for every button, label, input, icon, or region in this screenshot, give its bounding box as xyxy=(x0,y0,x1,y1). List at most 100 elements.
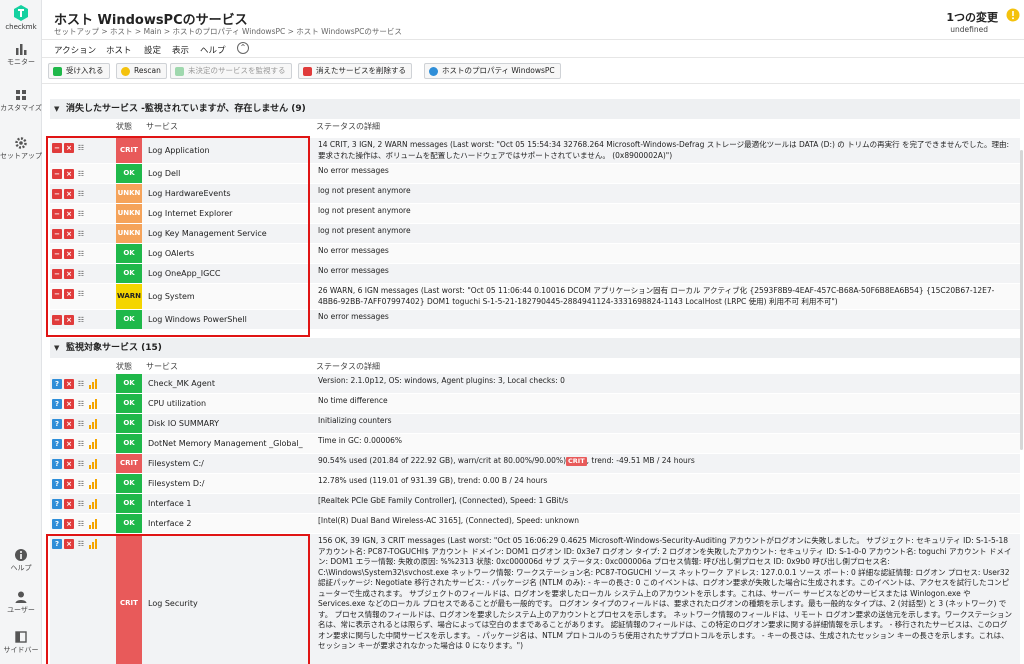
disable-service-icon[interactable]: × xyxy=(64,169,74,179)
pending-changes-link[interactable]: 1つの変更 xyxy=(946,9,998,25)
sidebar-item-help[interactable]: ヘルプ xyxy=(0,548,42,573)
graph-icon[interactable] xyxy=(88,479,98,489)
menu-view[interactable]: 表示 xyxy=(172,44,189,56)
parameters-icon[interactable]: ☷ xyxy=(76,459,86,469)
disable-service-icon[interactable]: × xyxy=(64,419,74,429)
graph-icon[interactable] xyxy=(88,459,98,469)
disable-service-icon[interactable]: × xyxy=(64,229,74,239)
remove-service-icon[interactable]: − xyxy=(52,269,62,279)
parameters-icon[interactable]: ☷ xyxy=(76,289,86,299)
help-icon[interactable]: ? xyxy=(52,499,62,509)
help-icon[interactable]: ? xyxy=(52,419,62,429)
parameters-icon[interactable]: ☷ xyxy=(76,169,86,179)
disable-service-icon[interactable]: × xyxy=(64,209,74,219)
parameters-icon[interactable]: ☷ xyxy=(76,379,86,389)
collapse-triangle-icon[interactable]: ▼ xyxy=(54,99,59,119)
service-name[interactable]: DotNet Memory Management _Global_ xyxy=(148,439,303,448)
rescan-button[interactable]: Rescan xyxy=(116,63,167,79)
menu-host[interactable]: ホスト xyxy=(106,44,132,56)
remove-service-icon[interactable]: − xyxy=(52,143,62,153)
pending-changes-icon[interactable] xyxy=(1006,8,1020,22)
monitor-undecided-button[interactable]: 未決定のサービスを監視する xyxy=(170,63,292,79)
service-name[interactable]: Disk IO SUMMARY xyxy=(148,419,219,428)
sidebar-item-monitor[interactable]: モニター xyxy=(0,42,42,67)
remove-service-icon[interactable]: − xyxy=(52,289,62,299)
remove-vanished-button[interactable]: 消えたサービスを削除する xyxy=(298,63,412,79)
service-name[interactable]: Log HardwareEvents xyxy=(148,189,231,198)
disable-service-icon[interactable]: × xyxy=(64,519,74,529)
parameters-icon[interactable]: ☷ xyxy=(76,439,86,449)
graph-icon[interactable] xyxy=(88,379,98,389)
service-name[interactable]: Log Dell xyxy=(148,169,180,178)
service-name[interactable]: Log Windows PowerShell xyxy=(148,315,247,324)
disable-service-icon[interactable]: × xyxy=(64,439,74,449)
parameters-icon[interactable]: ☷ xyxy=(76,209,86,219)
graph-icon[interactable] xyxy=(88,439,98,449)
sidebar-item-sidebar[interactable]: サイドバー xyxy=(0,630,42,655)
parameters-icon[interactable]: ☷ xyxy=(76,419,86,429)
graph-icon[interactable] xyxy=(88,499,98,509)
menu-collapse-icon[interactable]: ⌃ xyxy=(237,42,249,54)
remove-service-icon[interactable]: − xyxy=(52,315,62,325)
disable-service-icon[interactable]: × xyxy=(64,479,74,489)
help-icon[interactable]: ? xyxy=(52,459,62,469)
sidebar-item-customize[interactable]: カスタマイズ xyxy=(0,88,42,113)
graph-icon[interactable] xyxy=(88,419,98,429)
graph-icon[interactable] xyxy=(88,539,98,549)
parameters-icon[interactable]: ☷ xyxy=(76,249,86,259)
disable-service-icon[interactable]: × xyxy=(64,143,74,153)
monitored-section-header[interactable]: ▼ 監視対象サービス (15) xyxy=(50,338,1020,358)
disable-service-icon[interactable]: × xyxy=(64,189,74,199)
accept-button[interactable]: 受け入れる xyxy=(48,63,110,79)
menu-actions[interactable]: アクション xyxy=(54,44,96,56)
parameters-icon[interactable]: ☷ xyxy=(76,189,86,199)
parameters-icon[interactable]: ☷ xyxy=(76,539,86,549)
remove-service-icon[interactable]: − xyxy=(52,209,62,219)
parameters-icon[interactable]: ☷ xyxy=(76,229,86,239)
host-properties-button[interactable]: ホストのプロパティ WindowsPC xyxy=(424,63,561,79)
service-name[interactable]: Log Internet Explorer xyxy=(148,209,232,218)
parameters-icon[interactable]: ☷ xyxy=(76,143,86,153)
disable-service-icon[interactable]: × xyxy=(64,315,74,325)
disable-service-icon[interactable]: × xyxy=(64,269,74,279)
service-name[interactable]: Log Security xyxy=(148,599,198,608)
remove-service-icon[interactable]: − xyxy=(52,189,62,199)
service-name[interactable]: Interface 2 xyxy=(148,519,191,528)
disable-service-icon[interactable]: × xyxy=(64,399,74,409)
disable-service-icon[interactable]: × xyxy=(64,249,74,259)
disable-service-icon[interactable]: × xyxy=(64,289,74,299)
help-icon[interactable]: ? xyxy=(52,399,62,409)
service-name[interactable]: Filesystem D:/ xyxy=(148,479,204,488)
help-icon[interactable]: ? xyxy=(52,379,62,389)
disable-service-icon[interactable]: × xyxy=(64,539,74,549)
help-icon[interactable]: ? xyxy=(52,519,62,529)
service-name[interactable]: Log System xyxy=(148,292,195,301)
remove-service-icon[interactable]: − xyxy=(52,169,62,179)
disable-service-icon[interactable]: × xyxy=(64,459,74,469)
menu-settings[interactable]: 設定 xyxy=(144,44,161,56)
service-name[interactable]: Filesystem C:/ xyxy=(148,459,204,468)
service-name[interactable]: Log OAlerts xyxy=(148,249,194,258)
sidebar-item-user[interactable]: ユーザー xyxy=(0,590,42,615)
remove-service-icon[interactable]: − xyxy=(52,229,62,239)
service-name[interactable]: Interface 1 xyxy=(148,499,191,508)
service-name[interactable]: Log OneApp_IGCC xyxy=(148,269,220,278)
service-name[interactable]: Check_MK Agent xyxy=(148,379,215,388)
disable-service-icon[interactable]: × xyxy=(64,379,74,389)
graph-icon[interactable] xyxy=(88,519,98,529)
graph-icon[interactable] xyxy=(88,399,98,409)
parameters-icon[interactable]: ☷ xyxy=(76,519,86,529)
disable-service-icon[interactable]: × xyxy=(64,499,74,509)
checkmk-logo[interactable]: checkmk xyxy=(0,4,42,31)
help-icon[interactable]: ? xyxy=(52,539,62,549)
vanished-section-header[interactable]: ▼ 消失したサービス -監視されていますが、存在しません (9) xyxy=(50,99,1020,119)
parameters-icon[interactable]: ☷ xyxy=(76,479,86,489)
help-icon[interactable]: ? xyxy=(52,479,62,489)
breadcrumb[interactable]: セットアップ > ホスト > Main > ホストのプロパティ WindowsP… xyxy=(54,26,402,37)
help-icon[interactable]: ? xyxy=(52,439,62,449)
parameters-icon[interactable]: ☷ xyxy=(76,315,86,325)
service-name[interactable]: CPU utilization xyxy=(148,399,206,408)
service-name[interactable]: Log Application xyxy=(148,146,210,155)
scrollbar[interactable] xyxy=(1020,150,1023,450)
collapse-triangle-icon[interactable]: ▼ xyxy=(54,338,59,358)
